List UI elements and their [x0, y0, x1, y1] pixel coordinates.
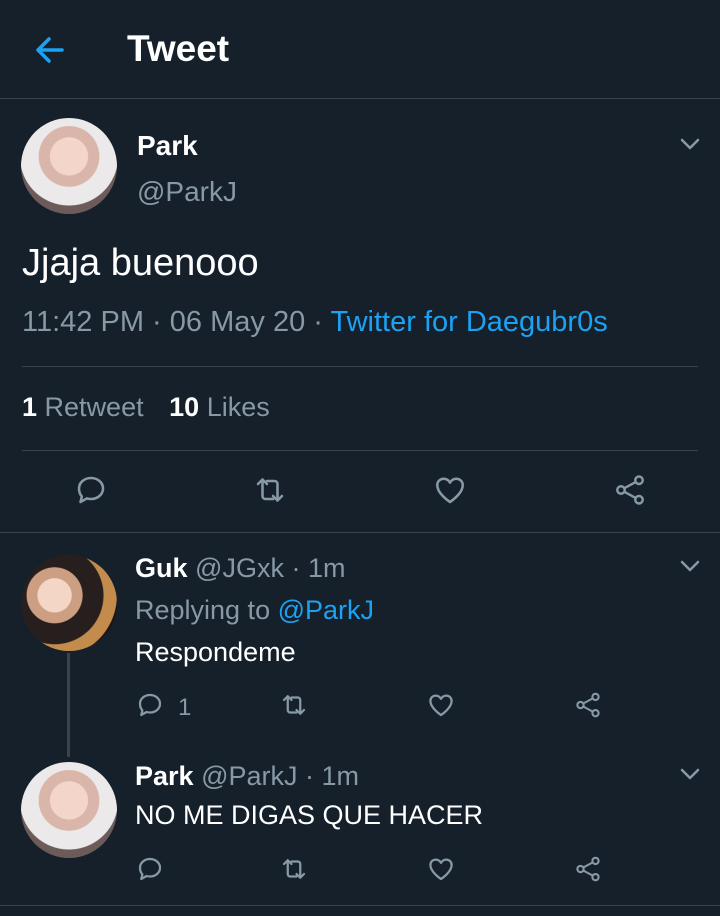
- chevron-down-icon[interactable]: [679, 136, 701, 152]
- tweet-time: 11:42 PM: [22, 306, 144, 338]
- engagement-stats: 1 Retweet 10 Likes: [22, 392, 270, 423]
- like-label: Likes: [206, 392, 270, 422]
- reply-icon[interactable]: [135, 854, 165, 884]
- retweet-icon[interactable]: [277, 690, 311, 720]
- share-icon[interactable]: [573, 854, 603, 884]
- reply-author-handle[interactable]: @JGxk: [195, 553, 284, 583]
- reply-icon[interactable]: [73, 472, 109, 508]
- meta-separator: ·: [313, 306, 323, 338]
- retweet-count: 1: [22, 392, 38, 422]
- like-icon[interactable]: [426, 854, 456, 884]
- avatar[interactable]: [21, 762, 117, 858]
- likes-link[interactable]: 10 Likes: [169, 392, 270, 422]
- divider: [22, 366, 698, 367]
- avatar[interactable]: [21, 555, 117, 651]
- reply-author-name[interactable]: Park: [135, 761, 194, 791]
- reply-time: · 1m: [291, 553, 346, 583]
- reply-author-handle[interactable]: @ParkJ: [201, 761, 297, 791]
- retweet-icon[interactable]: [277, 854, 311, 884]
- chevron-down-icon[interactable]: [679, 558, 701, 574]
- author-handle[interactable]: @ParkJ: [137, 176, 237, 208]
- share-icon[interactable]: [573, 690, 603, 720]
- tweet-source-link[interactable]: Twitter for Daegubr0s: [330, 306, 607, 338]
- reply-author-name[interactable]: Guk: [135, 553, 188, 583]
- tweet-meta: 11:42 PM · 06 May 20 · Twitter for Daegu…: [22, 306, 608, 339]
- thread-line: [67, 653, 70, 757]
- divider: [0, 532, 720, 533]
- reply-text: Respondeme: [135, 637, 296, 667]
- meta-separator: ·: [152, 306, 162, 338]
- replying-to: Replying to @ParkJ: [135, 595, 374, 626]
- retweets-link[interactable]: 1 Retweet: [22, 392, 144, 422]
- divider: [22, 450, 698, 451]
- retweet-icon[interactable]: [250, 472, 290, 508]
- like-count: 10: [169, 392, 200, 422]
- back-arrow-icon[interactable]: [30, 30, 70, 70]
- page-title: Tweet: [127, 28, 230, 69]
- author-name[interactable]: Park: [137, 130, 198, 162]
- reply-text: NO ME DIGAS QUE HACER: [135, 800, 484, 830]
- tweet-date: 06 May 20: [169, 306, 306, 338]
- avatar[interactable]: [21, 118, 117, 214]
- divider: [0, 905, 720, 906]
- reply-header: Park @ParkJ · 1m: [135, 761, 359, 792]
- retweet-label: Retweet: [44, 392, 144, 422]
- like-icon[interactable]: [432, 472, 468, 508]
- reply-header: Guk @JGxk · 1m: [135, 553, 345, 584]
- tweet-text: Jjaja buenooo: [22, 242, 259, 284]
- reply-icon[interactable]: [135, 690, 165, 720]
- reply-time: · 1m: [305, 761, 360, 791]
- share-icon[interactable]: [612, 472, 648, 508]
- top-bar: [0, 0, 720, 99]
- reply-count: 1: [178, 694, 192, 721]
- replying-to-handle[interactable]: @ParkJ: [278, 595, 374, 625]
- replying-to-label: Replying to: [135, 595, 271, 625]
- like-icon[interactable]: [426, 690, 456, 720]
- chevron-down-icon[interactable]: [679, 766, 701, 782]
